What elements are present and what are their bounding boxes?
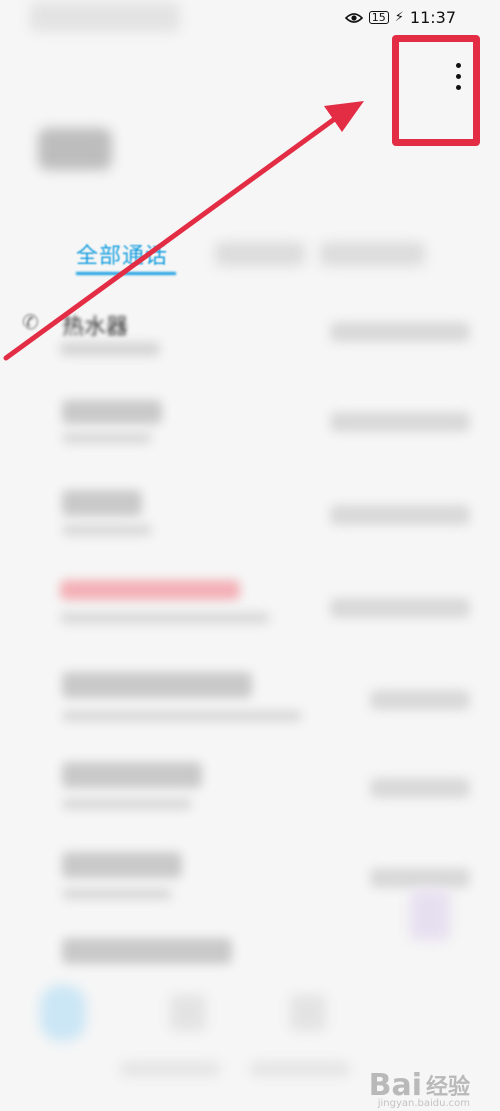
blurred-call-sub: [62, 524, 152, 536]
blurred-call-sub: [62, 710, 302, 722]
blurred-call-sub: [60, 342, 160, 356]
blurred-call-time: [370, 778, 470, 798]
blurred-tab-missed[interactable]: [215, 242, 305, 266]
blurred-nav-label: [120, 1062, 220, 1076]
blurred-call-sub: [62, 888, 172, 900]
outgoing-call-icon: ✆: [22, 310, 39, 334]
blurred-call-sub: [62, 798, 192, 810]
call-row-name[interactable]: 热水器: [62, 309, 128, 341]
blurred-missed-call-name[interactable]: [60, 580, 240, 600]
blurred-call-name[interactable]: [62, 938, 232, 964]
blurred-call-name[interactable]: [62, 490, 142, 516]
clock: 11:37: [409, 8, 456, 27]
blurred-nav-label: [250, 1062, 350, 1076]
blurred-call-time: [330, 412, 470, 432]
watermark-brand: 经验: [425, 1075, 470, 1100]
blurred-floating-element: [410, 890, 450, 940]
baidu-watermark: Bai 经验 jingyan.baidu.com: [368, 1068, 470, 1110]
blurred-call-time: [370, 868, 470, 888]
blurred-call-name[interactable]: [62, 762, 202, 788]
tab-active-indicator: [76, 272, 176, 275]
blurred-search-bar: [30, 2, 180, 32]
battery-indicator: 15: [368, 11, 389, 24]
blurred-nav-item[interactable]: [170, 995, 206, 1031]
blurred-dialpad-button[interactable]: [40, 985, 86, 1041]
highlight-box: [392, 35, 480, 146]
eye-icon: [344, 12, 363, 24]
blurred-call-time: [330, 322, 470, 342]
blurred-call-time: [370, 690, 470, 710]
watermark-logo: Bai: [368, 1068, 422, 1103]
blurred-call-name[interactable]: [62, 400, 162, 424]
blurred-tab-other[interactable]: [320, 242, 425, 266]
blurred-call-sub: [62, 432, 152, 444]
blurred-page-title: [38, 128, 112, 170]
blurred-call-name[interactable]: [62, 672, 252, 698]
status-icons: 15 ⚡ 11:37: [344, 8, 456, 27]
tab-all-calls[interactable]: 全部通话: [76, 238, 168, 270]
watermark-url: jingyan.baidu.com: [377, 1098, 470, 1109]
blurred-call-time: [330, 598, 470, 618]
blurred-call-sub: [60, 612, 270, 624]
blurred-nav-item[interactable]: [290, 995, 326, 1031]
blurred-call-name[interactable]: [62, 852, 182, 878]
charging-icon: ⚡: [394, 10, 404, 25]
blurred-call-time: [330, 505, 470, 525]
